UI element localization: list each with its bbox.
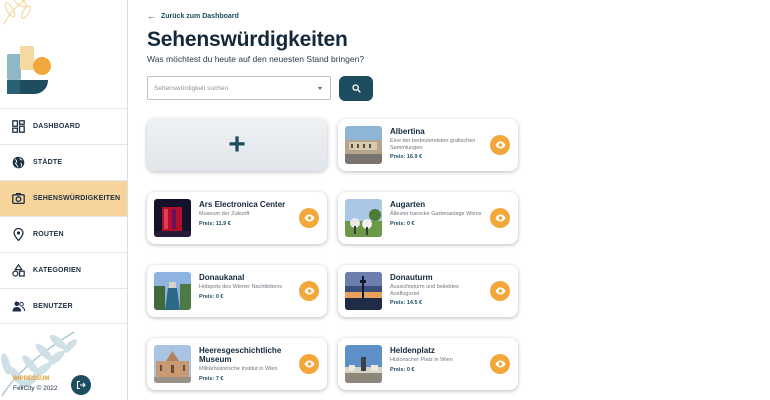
sidebar-item-kategorien[interactable]: KATEGORIEN [0,252,127,288]
sight-name: Heeresgeschichtliche Museum [199,346,282,364]
sidebar-item-dashboard[interactable]: DASHBOARD [0,108,127,144]
view-sight-button[interactable] [299,208,319,228]
view-sight-button[interactable] [299,354,319,374]
eye-icon [304,360,314,368]
sight-thumbnail [154,272,191,310]
globe-icon [11,156,25,170]
impressum-link[interactable]: IMPRESSUM [13,376,49,382]
arrow-left-icon: ← [147,11,156,21]
sidebar-item-label: KATEGORIEN [33,267,82,274]
sight-thumbnail [345,345,382,383]
view-sight-button[interactable] [490,208,510,228]
felicity-logo [7,46,51,94]
sight-price: Preis: 0 € [390,220,415,227]
page-subtitle: Was möchtest du heute auf den neuesten S… [147,54,365,64]
eye-icon [495,287,505,295]
sight-description: Hotspots des Wiener Nachtlebens [199,284,283,290]
sidebar-item-sehenswuerdigkeiten[interactable]: SEHENSWÜRDIGKEITEN [0,180,127,216]
sight-description: Militärhistorische Institut in Wien [199,366,278,372]
view-sight-button[interactable] [490,135,510,155]
sidebar-item-label: DASHBOARD [33,123,81,130]
sight-card-donaukanal[interactable]: Donaukanal Hotspots des Wiener Nachtlebe… [147,265,327,317]
users-icon [11,299,25,313]
sight-card-donauturm[interactable]: Donauturm Aussichtsturm und beliebtes Au… [338,265,518,317]
sidebar-item-label: ROUTEN [33,231,64,238]
sidebar-item-staedte[interactable]: STÄDTE [0,144,127,180]
eye-icon [304,214,314,222]
sight-info: Heldenplatz Historischer Platz in Wien P… [390,346,482,373]
sight-description: Historischer Platz in Wien [390,357,453,363]
add-sight-button[interactable]: + [147,119,327,171]
sight-price: Preis: 0 € [199,293,224,300]
sight-thumbnail [345,272,382,310]
sight-card-augarten[interactable]: Augarten Ältester barocke Gartenanlage W… [338,192,518,244]
sight-price: Preis: 11.9 € [199,220,231,227]
sight-description: Eine der bedeutendsten grafischen Sammlu… [390,138,476,151]
sight-description: Museum der Zukunft [199,211,250,217]
search-placeholder: Sehenswürdigkeit suchen [154,84,229,92]
sight-thumbnail [154,345,191,383]
sight-price: Preis: 16.9 € [390,154,423,160]
sight-info: Heeresgeschichtliche Museum Militärhisto… [199,346,291,382]
eye-icon [304,287,314,295]
sidebar-item-routen[interactable]: ROUTEN [0,216,127,252]
sight-thumbnail [154,199,191,237]
view-sight-button[interactable] [299,281,319,301]
dashboard-icon [11,120,25,134]
sight-name: Donaukanal [199,273,245,282]
camera-icon [11,192,25,206]
copyright-text: FeliCity © 2022 [13,385,58,392]
eye-icon [495,141,505,149]
sight-card-heldenplatz[interactable]: Heldenplatz Historischer Platz in Wien P… [338,338,518,390]
sight-card-ars-electronica-center[interactable]: Ars Electronica Center Museum der Zukunf… [147,192,327,244]
search-button[interactable] [339,76,373,101]
eye-icon [495,214,505,222]
sidebar-nav: DASHBOARD STÄDTE SEHENSWÜRDIGKEITEN ROUT… [0,108,127,324]
chevron-down-icon [318,86,322,90]
sight-thumbnail [345,126,382,164]
sight-description: Aussichtsturm und beliebtes Ausflugsziel [390,284,459,297]
sight-info: Albertina Eine der bedeutendsten grafisc… [390,127,482,160]
sight-card-albertina[interactable]: Albertina Eine der bedeutendsten grafisc… [338,119,518,171]
sidebar-item-label: BENUTZER [33,302,73,310]
sidebar-item-label: SEHENSWÜRDIGKEITEN [33,195,121,202]
eye-icon [495,360,505,368]
logout-button[interactable] [71,375,91,395]
sight-price: Preis: 0 € [390,366,415,373]
sidebar-item-label: STÄDTE [33,159,63,166]
page-title: Sehenswürdigkeiten [147,28,348,51]
view-sight-button[interactable] [490,281,510,301]
main-content: ← Zurück zum Dashboard Sehenswürdigkeite… [147,0,767,400]
search-icon [351,84,361,93]
sidebar: DASHBOARD STÄDTE SEHENSWÜRDIGKEITEN ROUT… [0,0,128,400]
sight-name: Augarten [390,200,426,209]
sight-name: Ars Electronica Center [199,200,286,209]
sight-name: Donauturm [390,273,433,282]
sight-name: Heldenplatz [390,346,435,355]
sight-price: Preis: 14.5 € [390,300,423,306]
sight-info: Ars Electronica Center Museum der Zukunf… [199,200,291,227]
sight-info: Augarten Ältester barocke Gartenanlage W… [390,200,482,227]
logout-icon [76,380,86,390]
map-pin-icon [11,228,25,242]
leaf-decoration [3,0,31,25]
sight-info: Donaukanal Hotspots des Wiener Nachtlebe… [199,273,291,300]
shapes-icon [11,264,25,278]
sight-price: Preis: 7 € [199,375,224,382]
sight-info: Donauturm Aussichtsturm und beliebtes Au… [390,273,482,306]
sight-description: Ältester barocke Gartenanlage Wiens [390,211,482,217]
back-to-dashboard-link[interactable]: ← Zurück zum Dashboard [147,12,239,21]
view-sight-button[interactable] [490,354,510,374]
sight-card-heeresgeschichtliche-museum[interactable]: Heeresgeschichtliche Museum Militärhisto… [147,338,327,390]
sight-name: Albertina [390,127,425,136]
sight-thumbnail [345,199,382,237]
plus-icon: + [228,128,246,161]
sight-search-select[interactable]: Sehenswürdigkeit suchen [147,76,331,100]
app: DASHBOARD STÄDTE SEHENSWÜRDIGKEITEN ROUT… [0,0,770,400]
back-link-label: Zurück zum Dashboard [161,13,239,20]
